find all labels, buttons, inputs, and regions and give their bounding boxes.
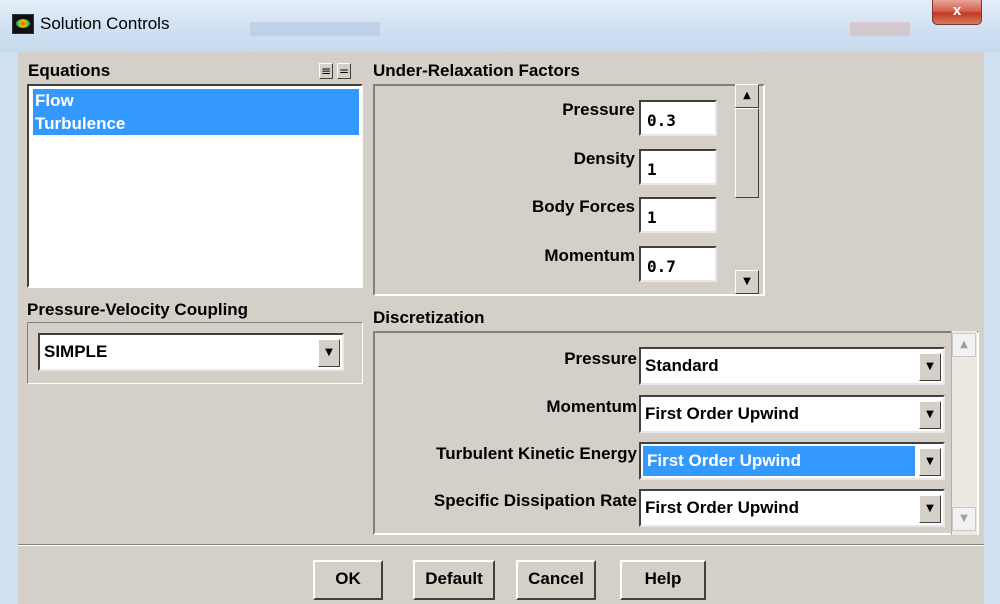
- urf-pressure-label: Pressure: [562, 100, 635, 119]
- chevron-down-icon[interactable]: ▼: [919, 401, 941, 429]
- cancel-button[interactable]: Cancel: [516, 560, 596, 600]
- disc-pressure-value: Standard: [645, 356, 719, 375]
- chevron-down-icon[interactable]: ▼: [318, 339, 340, 367]
- pv-coupling-value: SIMPLE: [44, 342, 108, 361]
- discretization-label: Discretization: [373, 308, 485, 327]
- disc-sdr-label: Specific Dissipation Rate: [433, 491, 637, 510]
- under-relaxation-label: Under-Relaxation Factors: [373, 61, 580, 80]
- disc-scrollbar: ▲ ▼: [951, 331, 977, 535]
- close-button[interactable]: x: [932, 0, 982, 25]
- disc-tke-value: First Order Upwind: [643, 446, 915, 476]
- disc-sdr-value: First Order Upwind: [645, 498, 799, 517]
- list-item-label: Flow: [35, 91, 74, 110]
- list-item[interactable]: Turbulence: [33, 112, 359, 135]
- chevron-down-icon[interactable]: ▼: [919, 495, 941, 523]
- urf-pressure-input[interactable]: 0.3: [639, 100, 717, 136]
- disc-momentum-value: First Order Upwind: [645, 404, 799, 423]
- button-separator: [18, 544, 984, 546]
- urf-scrollbar[interactable]: ▲ ▼: [735, 84, 759, 294]
- scroll-up-icon: ▲: [952, 333, 976, 357]
- disc-momentum-select[interactable]: First Order Upwind ▼: [639, 395, 945, 433]
- urf-density-input[interactable]: 1: [639, 149, 717, 185]
- disc-tke-label: Turbulent Kinetic Energy: [436, 444, 637, 463]
- urf-body-forces-label: Body Forces: [532, 197, 635, 216]
- dialog-client: Equations ≡ = Flow Turbulence Pressure-V…: [18, 52, 984, 604]
- disc-sdr-select[interactable]: First Order Upwind ▼: [639, 489, 945, 527]
- title-bar[interactable]: Solution Controls x: [0, 0, 1000, 52]
- urf-momentum-input[interactable]: 0.7: [639, 246, 717, 282]
- urf-density-label: Density: [573, 149, 635, 168]
- background-window-blur: [850, 22, 910, 36]
- chevron-down-icon[interactable]: ▼: [919, 353, 941, 381]
- window-frame-right: [984, 52, 1000, 604]
- chevron-down-icon[interactable]: ▼: [919, 448, 941, 476]
- discretization-panel: Pressure Standard ▼ Momentum First Order…: [373, 331, 979, 535]
- equations-listbox[interactable]: Flow Turbulence: [27, 84, 363, 288]
- window-title: Solution Controls: [40, 14, 170, 33]
- solution-controls-window: Solution Controls x Equations ≡ = Flow T…: [0, 0, 1000, 604]
- disc-pressure-label: Pressure: [564, 349, 637, 368]
- scroll-down-icon: ▼: [952, 507, 976, 531]
- scroll-down-icon[interactable]: ▼: [735, 270, 759, 294]
- help-button[interactable]: Help: [620, 560, 706, 600]
- pv-coupling-select[interactable]: SIMPLE ▼: [38, 333, 344, 371]
- fluent-app-icon: [12, 14, 34, 34]
- disc-pressure-select[interactable]: Standard ▼: [639, 347, 945, 385]
- scroll-up-icon[interactable]: ▲: [735, 84, 759, 108]
- select-all-button[interactable]: ≡: [319, 63, 333, 79]
- equations-label: Equations: [28, 61, 111, 80]
- deselect-all-button[interactable]: =: [337, 63, 351, 79]
- urf-body-forces-input[interactable]: 1: [639, 197, 717, 233]
- window-frame-left: [0, 52, 18, 604]
- pv-coupling-label: Pressure-Velocity Coupling: [27, 300, 249, 319]
- background-window-title-blur: [250, 22, 380, 36]
- scroll-thumb[interactable]: [735, 108, 759, 198]
- under-relaxation-panel: Pressure 0.3 Density 1 Body Forces 1 Mom…: [373, 84, 765, 296]
- disc-tke-select[interactable]: First Order Upwind ▼: [639, 442, 945, 480]
- urf-momentum-label: Momentum: [544, 246, 635, 265]
- default-button[interactable]: Default: [413, 560, 495, 600]
- ok-button[interactable]: OK: [313, 560, 383, 600]
- list-item[interactable]: Flow: [33, 89, 359, 112]
- disc-momentum-label: Momentum: [546, 397, 637, 416]
- list-item-label: Turbulence: [35, 114, 126, 133]
